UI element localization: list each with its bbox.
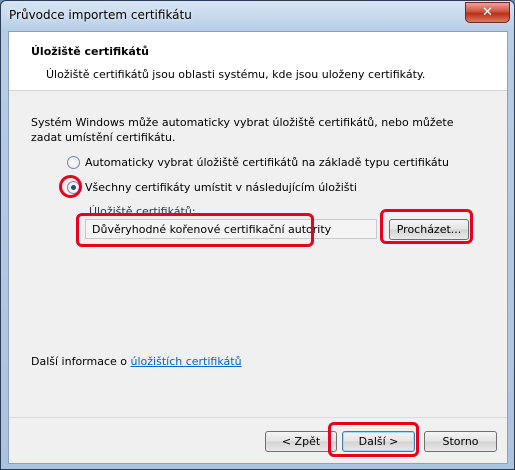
radio-icon[interactable]	[67, 156, 80, 169]
close-button[interactable]: ✕	[465, 2, 510, 23]
more-info-prefix: Další informace o	[31, 355, 131, 368]
footer-divider	[9, 417, 507, 418]
highlight-next-button	[328, 422, 419, 457]
radio-label: Všechny certifikáty umístit v následujíc…	[85, 181, 357, 194]
page-title: Úložiště certifikátů	[31, 45, 149, 58]
wizard-header: Úložiště certifikátů Úložiště certifikát…	[9, 32, 507, 91]
radio-auto-select[interactable]: Automaticky vybrat úložiště certifikátů …	[67, 156, 449, 169]
highlight-browse-button	[380, 209, 473, 244]
more-info-link[interactable]: úložištích certifikátů	[131, 355, 242, 368]
more-info-text: Další informace o úložištích certifikátů	[31, 355, 242, 368]
radio-label: Automaticky vybrat úložiště certifikátů …	[85, 156, 449, 169]
cancel-button[interactable]: Storno	[424, 431, 497, 452]
window-title: Průvodce importem certifikátu	[9, 8, 192, 22]
back-button[interactable]: < Zpět	[265, 431, 337, 452]
wizard-client-area: Úložiště certifikátů Úložiště certifikát…	[8, 31, 508, 464]
page-description: Úložiště certifikátů jsou oblasti systém…	[46, 68, 426, 81]
radio-place-in-store[interactable]: Všechny certifikáty umístit v následujíc…	[67, 181, 357, 194]
intro-text: Systém Windows může automaticky vybrat ú…	[31, 116, 454, 144]
title-bar[interactable]: Průvodce importem certifikátu ✕	[1, 1, 514, 31]
wizard-window: Průvodce importem certifikátu ✕ Úložiště…	[0, 0, 515, 470]
close-icon: ✕	[482, 5, 493, 20]
highlight-radio	[59, 175, 82, 198]
highlight-store-field	[76, 213, 314, 247]
